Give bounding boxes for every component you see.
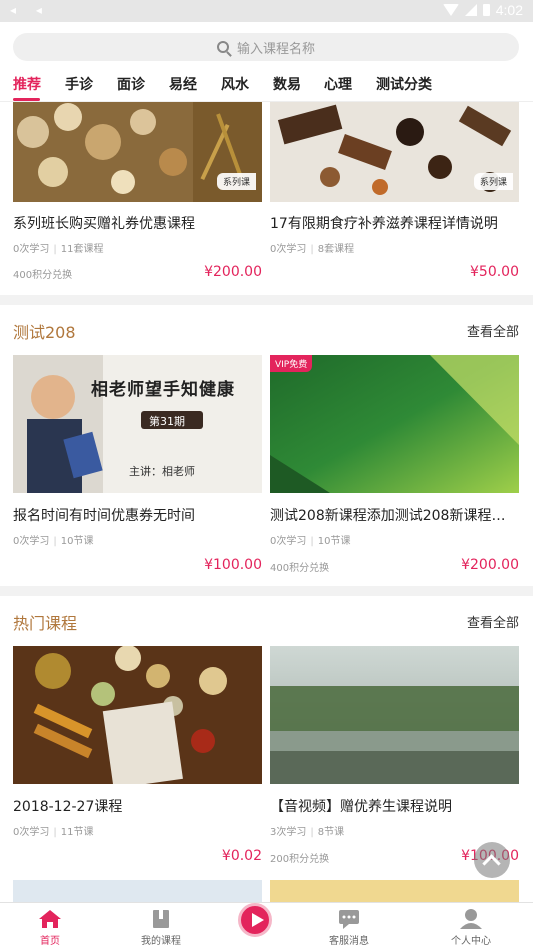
banner-author: 主讲：相老师 — [129, 465, 195, 478]
course-card[interactable]: 【音视频】赠优养生课程说明 3次学习|8节课 200积分兑换 ¥100.00 — [270, 646, 519, 876]
course-title: 2018-12-27课程 — [13, 799, 123, 815]
next-course-thumbnail — [13, 880, 262, 902]
course-card[interactable]: 相老师望手知健康 第31期 主讲：相老师 报名时间有时间优惠券无时间 0次学习 |… — [13, 355, 262, 585]
points-exchange: 200积分兑换 — [270, 854, 330, 865]
user-icon — [460, 909, 482, 929]
search-icon — [216, 41, 229, 53]
lesson-count: 8节课 — [317, 827, 345, 838]
series-tag: 系列课 — [216, 173, 256, 190]
search-input[interactable]: 输入课程名称 — [13, 33, 519, 61]
learners-count: 3次学习 — [270, 827, 307, 838]
course-thumbnail: 系列课 — [13, 102, 262, 202]
lesson-count: 10节课 — [317, 536, 351, 547]
section-title: 测试208 — [13, 323, 76, 342]
category-tabs: 推荐 手诊 面诊 易经 风水 数易 心理 测试分类 — [0, 68, 533, 102]
search-placeholder: 输入课程名称 — [236, 41, 315, 57]
tab-my-courses-label: 我的课程 — [141, 936, 181, 947]
points-exchange: 400积分兑换 — [270, 563, 330, 574]
tab-fengshui[interactable]: 风水 — [221, 74, 249, 94]
wifi-icon — [442, 4, 459, 16]
course-meta: 0次学习 | 8套课程 — [270, 244, 355, 255]
course-price: ¥0.02 — [221, 848, 262, 864]
course-meta: 0次学习 | 10节课 — [13, 536, 94, 547]
course-thumbnail: VIP免费 — [270, 355, 519, 493]
tab-face[interactable]: 面诊 — [117, 74, 145, 94]
tab-customer-service-label: 客服消息 — [329, 936, 369, 947]
series-tag: 系列课 — [473, 173, 513, 190]
course-title: 【音视频】赠优养生课程说明 — [270, 799, 452, 815]
course-card[interactable]: 系列课 系列班长购买赠礼券优惠课程 0次学习 | 11套课程 400积分兑换 ¥20… — [13, 102, 262, 295]
tab-profile-label: 个人中心 — [451, 936, 491, 947]
learners-count: 0次学习 — [270, 536, 307, 547]
section-test208: 测试208 查看全部 相老师望手知健康 第31期 主讲：相老师 报名时间有时间优… — [0, 305, 533, 586]
tab-hand[interactable]: 手诊 — [65, 74, 93, 94]
view-all-link[interactable]: 查看全部 — [467, 321, 519, 340]
book-icon — [153, 910, 169, 928]
points-exchange: 400积分兑换 — [13, 270, 73, 281]
lesson-count: 11套课程 — [60, 244, 104, 255]
course-price: ¥50.00 — [470, 264, 519, 280]
course-card[interactable]: 系列课 17有限期食疗补养滋养课程详情说明 0次学习 | 8套课程 ¥50.00 — [270, 102, 519, 295]
learners-count: 0次学习 — [270, 244, 307, 255]
tab-my-courses[interactable]: 我的课程 — [121, 907, 201, 947]
banner-issue: 第31期 — [149, 415, 185, 428]
top-course-section: 系列课 系列班长购买赠礼券优惠课程 0次学习 | 11套课程 400积分兑换 ¥20… — [0, 102, 533, 295]
tab-shuyi[interactable]: 数易 — [273, 74, 301, 94]
course-meta: 0次学习 | 11套课程 — [13, 244, 104, 255]
course-thumbnail: 系列课 — [270, 102, 519, 202]
tab-test-category[interactable]: 测试分类 — [376, 74, 432, 94]
course-title: 测试208新课程添加测试208新课程添… — [270, 508, 519, 524]
course-title: 17有限期食疗补养滋养课程详情说明 — [270, 216, 498, 232]
course-meta: 0次学习 | 11节课 — [13, 827, 94, 838]
status-bar: ◂ ◂ 4:02 — [0, 0, 533, 22]
signal-icon — [464, 4, 477, 16]
course-card[interactable]: 2018-12-27课程 0次学习 | 11节课 ¥0.02 — [13, 646, 262, 876]
play-icon[interactable] — [238, 903, 272, 937]
main-content: 系列课 系列班长购买赠礼券优惠课程 0次学习 | 11套课程 400积分兑换 ¥20… — [0, 102, 533, 902]
status-icons: 4:02 — [442, 2, 523, 18]
chat-icon — [339, 910, 359, 929]
search-bar: 输入课程名称 — [0, 22, 533, 68]
course-price: ¥200.00 — [461, 557, 519, 573]
course-meta: 3次学习 | 8节课 — [270, 827, 345, 838]
notification-icons: ◂ ◂ — [10, 3, 50, 17]
course-thumbnail: 相老师望手知健康 第31期 主讲：相老师 — [13, 355, 262, 493]
home-icon — [39, 910, 61, 928]
lesson-count: 11节课 — [60, 827, 94, 838]
course-card[interactable]: VIP免费 测试208新课程添加测试208新课程添… 0次学习 | 10节课 400… — [270, 355, 519, 585]
tab-yijing[interactable]: 易经 — [169, 74, 197, 94]
herbal-book-image — [13, 646, 262, 784]
course-title: 报名时间有时间优惠券无时间 — [13, 508, 195, 524]
scroll-to-top-button[interactable] — [474, 842, 510, 878]
tab-customer-service[interactable]: 客服消息 — [309, 907, 389, 947]
view-all-link[interactable]: 查看全部 — [467, 612, 519, 631]
course-thumbnail — [270, 646, 519, 784]
lesson-count: 8套课程 — [317, 244, 355, 255]
banner-title: 相老师望手知健康 — [91, 380, 235, 400]
active-tab-indicator — [13, 98, 40, 101]
green-gradient-image — [270, 355, 519, 493]
tab-recommend[interactable]: 推荐 — [13, 74, 41, 94]
course-title: 系列班长购买赠礼券优惠课程 — [13, 216, 195, 232]
learners-count: 0次学习 — [13, 536, 50, 547]
lesson-count: 10节课 — [60, 536, 94, 547]
learners-count: 0次学习 — [13, 827, 50, 838]
course-price: ¥100.00 — [204, 557, 262, 573]
status-time: 4:02 — [495, 2, 523, 18]
vip-badge: VIP免费 — [270, 355, 313, 372]
next-course-thumbnail — [270, 880, 519, 902]
course-price: ¥200.00 — [204, 264, 262, 280]
tab-profile[interactable]: 个人中心 — [431, 907, 511, 947]
tab-home-label: 首页 — [40, 936, 60, 947]
battery-icon — [482, 4, 490, 16]
learners-count: 0次学习 — [13, 244, 50, 255]
course-meta: 0次学习 | 10节课 — [270, 536, 351, 547]
tab-home[interactable]: 首页 — [10, 907, 90, 947]
section-title: 热门课程 — [13, 614, 78, 633]
tab-psychology[interactable]: 心理 — [324, 74, 352, 94]
lake-landscape-image — [270, 646, 519, 784]
course-thumbnail — [13, 646, 262, 784]
section-hot-courses: 热门课程 查看全部 2018-12-27课程 0次学习|11节课 ¥0.02 — [0, 596, 533, 902]
